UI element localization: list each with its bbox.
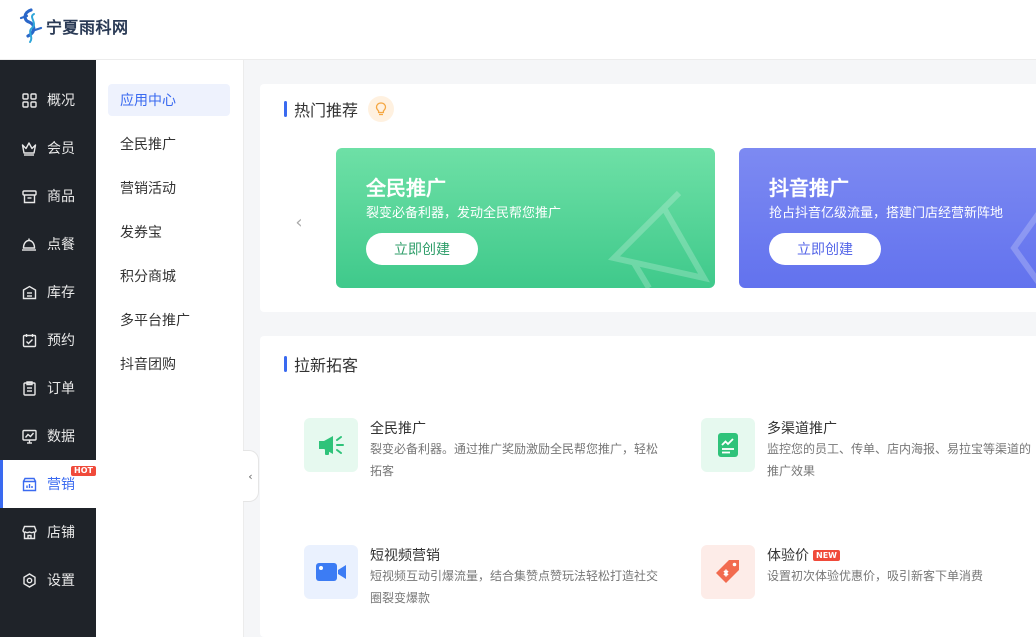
banner-desc: 裂变必备利器，发动全民帮您推广: [366, 206, 562, 221]
sidebar-item-data[interactable]: 数据: [0, 412, 96, 460]
hot-section-title-text: 热门推荐: [294, 101, 359, 120]
feature-desc: 设置初次体验优惠价，吸引新客下单消费: [767, 569, 984, 583]
carousel-prev-button[interactable]: ‹: [291, 210, 307, 234]
video-camera-icon: [304, 545, 358, 599]
sidebar-item-label: 概况: [47, 93, 75, 109]
dish-cover-icon: [21, 236, 37, 252]
clipboard-icon: [21, 380, 37, 396]
new-section-title: 拉新拓客: [284, 352, 358, 376]
marketing-icon: [21, 476, 37, 492]
create-now-button[interactable]: 立即创建: [366, 233, 478, 265]
store-icon: [21, 524, 37, 540]
top-header: 宁夏雨科网: [0, 0, 1036, 60]
sidebar-item-ordering[interactable]: 点餐: [0, 220, 96, 268]
collapse-menu-button[interactable]: ‹: [243, 450, 259, 502]
sidebar-item-label: 营销: [47, 477, 75, 493]
brand-name: 宁夏雨科网: [46, 18, 129, 37]
sidebar-item-marketing[interactable]: 营销 HOT: [0, 460, 96, 508]
banner-promotion[interactable]: 全民推广 裂变必备利器，发动全民帮您推广 立即创建: [336, 148, 715, 288]
sidebar-item-label: 预约: [47, 333, 75, 349]
feature-title: 短视频营销: [370, 548, 440, 564]
diamond-decor-icon: [1010, 212, 1036, 284]
sidebar-item-label: 点餐: [47, 237, 75, 253]
title-accent-bar: [284, 356, 287, 372]
feature-desc: 裂变必备利器。通过推广奖励激励全民帮您推广，轻松拓客: [370, 442, 659, 478]
settings-icon: [21, 572, 37, 588]
submenu-item-app-center[interactable]: 应用中心: [108, 84, 230, 116]
megaphone-icon: [304, 418, 358, 472]
submenu-item-multi-platform[interactable]: 多平台推广: [108, 304, 230, 336]
sidebar-item-label: 库存: [47, 285, 75, 301]
sidebar-item-products[interactable]: 商品: [0, 172, 96, 220]
sidebar-item-settings[interactable]: 设置: [0, 556, 96, 604]
grid-icon: [21, 92, 37, 108]
submenu-item-coupons[interactable]: 发券宝: [108, 216, 230, 248]
sidebar-item-label: 设置: [47, 573, 75, 589]
main-sidebar: 概况 会员 商品 点餐 库存 预约 订单 数据 营销 HOT 店铺 设置: [0, 60, 96, 637]
megaphone-icon: [608, 190, 710, 288]
sidebar-item-label: 商品: [47, 189, 75, 205]
submenu-item-douyin-group[interactable]: 抖音团购: [108, 348, 230, 380]
chevron-left-icon: ‹: [248, 469, 253, 483]
sidebar-item-orders[interactable]: 订单: [0, 364, 96, 412]
sidebar-item-booking[interactable]: 预约: [0, 316, 96, 364]
shop-box-icon: [21, 188, 37, 204]
new-badge: NEW: [813, 549, 840, 561]
sidebar-item-label: 会员: [47, 141, 75, 157]
feature-desc: 监控您的员工、传单、店内海报、易拉宝等渠道的推广效果: [767, 442, 1032, 478]
title-accent-bar: [284, 101, 287, 117]
banner-title: 全民推广: [366, 176, 446, 200]
lightbulb-icon: [368, 96, 395, 122]
inventory-icon: [21, 284, 37, 300]
sidebar-item-members[interactable]: 会员: [0, 124, 96, 172]
feature-title: 全民推广: [370, 421, 426, 437]
calendar-check-icon: [21, 332, 37, 348]
acquire-customers-panel: 拉新拓客 全民推广 裂变必备利器。通过推广奖励激励全民帮您推广，轻松拓客 多渠道…: [260, 336, 1036, 637]
sidebar-item-inventory[interactable]: 库存: [0, 268, 96, 316]
chart-screen-icon: [21, 428, 37, 444]
feature-desc: 短视频互动引爆流量，结合集赞点赞玩法轻松打造社交圈裂变爆款: [370, 569, 659, 605]
brand-logo-icon: [19, 8, 43, 43]
chevron-left-icon: ‹: [295, 211, 303, 233]
sidebar-item-label: 店铺: [47, 525, 75, 541]
hot-badge: HOT: [71, 466, 96, 476]
price-tag-icon: [701, 545, 755, 599]
hot-section-title: 热门推荐: [284, 96, 395, 122]
feature-title-text: 体验价: [767, 548, 809, 564]
secondary-menu: 应用中心 全民推广 营销活动 发券宝 积分商城 多平台推广 抖音团购: [96, 60, 244, 637]
banner-desc: 抢占抖音亿级流量，搭建门店经营新阵地: [769, 206, 1004, 221]
feature-title: 体验价 NEW: [767, 545, 840, 565]
report-icon: [701, 418, 755, 472]
sidebar-item-label: 数据: [47, 429, 75, 445]
crown-icon: [21, 140, 37, 156]
sidebar-item-store[interactable]: 店铺: [0, 508, 96, 556]
new-section-title-text: 拉新拓客: [294, 356, 359, 375]
submenu-item-points-mall[interactable]: 积分商城: [108, 260, 230, 292]
submenu-item-campaigns[interactable]: 营销活动: [108, 172, 230, 204]
submenu-item-promotion[interactable]: 全民推广: [108, 128, 230, 160]
brand-logo[interactable]: 宁夏雨科网: [18, 6, 129, 46]
feature-title: 多渠道推广: [767, 421, 837, 437]
banner-douyin[interactable]: 抖音推广 抢占抖音亿级流量，搭建门店经营新阵地 立即创建: [739, 148, 1036, 288]
sidebar-item-overview[interactable]: 概况: [0, 76, 96, 124]
feature-card-short-video[interactable]: 短视频营销 短视频互动引爆流量，结合集赞点赞玩法轻松打造社交圈裂变爆款: [304, 545, 664, 609]
create-now-button[interactable]: 立即创建: [769, 233, 881, 265]
feature-card-trial-price[interactable]: 体验价 NEW 设置初次体验优惠价，吸引新客下单消费: [701, 545, 1036, 609]
sidebar-item-label: 订单: [47, 381, 75, 397]
feature-card-multi-channel[interactable]: 多渠道推广 监控您的员工、传单、店内海报、易拉宝等渠道的推广效果: [701, 418, 1036, 482]
feature-card-promotion[interactable]: 全民推广 裂变必备利器。通过推广奖励激励全民帮您推广，轻松拓客: [304, 418, 664, 482]
banner-title: 抖音推广: [769, 176, 849, 200]
